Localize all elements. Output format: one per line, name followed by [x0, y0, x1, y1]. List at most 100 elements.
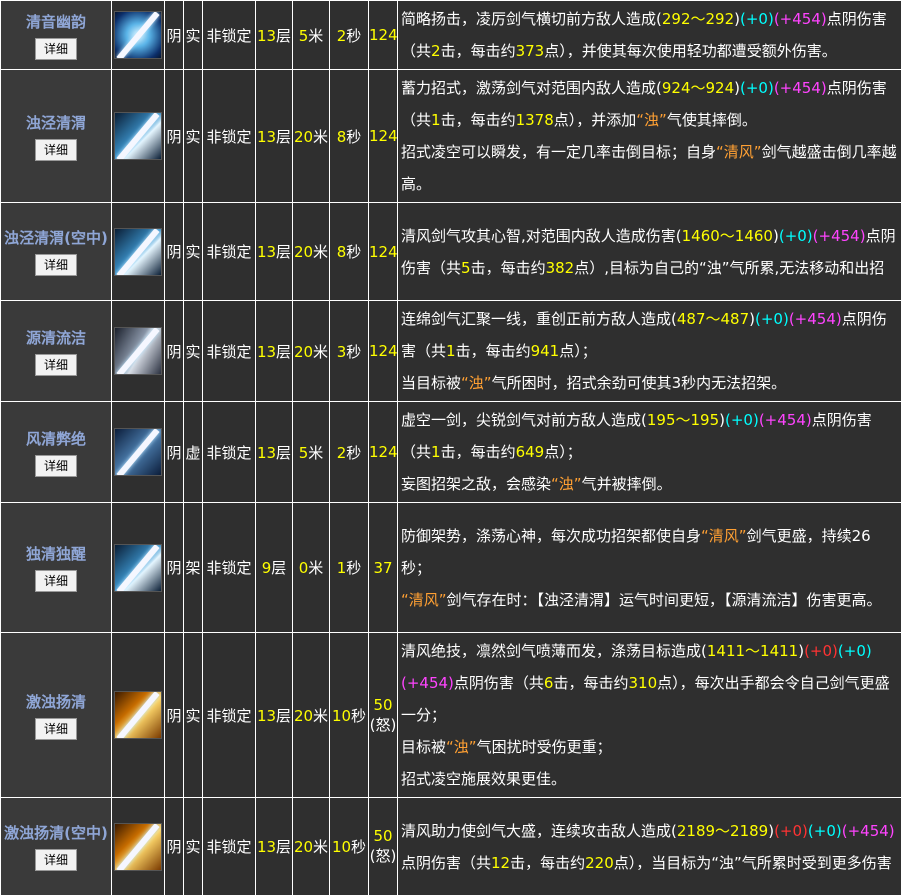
cooldown-unit: 秒 — [351, 706, 367, 725]
description-text: 点阴伤害（共 — [401, 853, 492, 872]
detail-button[interactable]: 详细 — [34, 570, 77, 592]
cooldown-unit: 秒 — [346, 342, 362, 361]
range-value: 20 — [293, 838, 314, 856]
description-text: (+454) — [788, 310, 842, 328]
description-paragraph: 简略扬击，凌厉剑气横切前方敌人造成(292～292)(+0)(+454)点阴伤害… — [401, 3, 898, 67]
sword-blade-icon — [116, 12, 160, 58]
description-cell: 虚空一剑，尖锐剑气对前方敌人造成(195～195)(+0)(+454)点阴伤害（… — [397, 401, 902, 503]
range-unit: 米 — [308, 559, 324, 577]
range-unit: 米 — [313, 243, 329, 261]
description-paragraph: 妄图招架之敌，会感染“浊”气并被摔倒。 — [401, 468, 898, 500]
attribute-cell: 阴 — [164, 202, 184, 301]
description-paragraph: 清风绝技，凛然剑气喷薄而发，涤荡目标造成(1411～1411)(+0)(+0)(… — [401, 635, 898, 731]
lock-cell: 非锁定 — [202, 401, 256, 503]
description-text: 1378 — [515, 111, 554, 129]
attribute-cell: 阴 — [164, 401, 184, 503]
cost-cell: 50 (怒) — [368, 797, 398, 896]
description-paragraph: 目标被“浊”气困扰时受伤更重； — [401, 731, 898, 763]
lock-cell: 非锁定 — [202, 202, 256, 301]
skill-row: 独清独醒 详细阴架非锁定 9层 0米 1秒 37 防御架势，涤荡心神，每次成功招架都使自身“… — [0, 502, 902, 633]
description-text: (+454) — [812, 226, 866, 245]
skill-name-cell: 激浊扬清 详细 — [0, 632, 112, 798]
range-unit: 米 — [313, 706, 329, 725]
type-cell: 实 — [183, 300, 203, 402]
skill-icon-cell — [111, 300, 165, 402]
skill-name-cell: 独清独醒 详细 — [0, 502, 112, 633]
attribute-cell: 阴 — [164, 797, 184, 896]
detail-button[interactable]: 详细 — [34, 37, 77, 60]
lock-cell: 非锁定 — [202, 69, 256, 203]
description-text: 目标被 — [401, 738, 447, 756]
level-cell: 9层 — [255, 502, 293, 633]
cost-value: 124 — [369, 26, 398, 44]
level-value: 13 — [256, 706, 277, 725]
description-text: 649 — [515, 443, 545, 461]
sword-blade-icon — [116, 544, 160, 591]
skill-name-cell: 浊泾清渭 详细 — [0, 69, 112, 203]
cooldown-cell: 8秒 — [329, 69, 369, 203]
description-text: (+454) — [773, 10, 827, 28]
level-value: 13 — [256, 838, 277, 856]
description-text: 招式凌空施展效果更佳。 — [401, 770, 567, 788]
skill-name: 独清独醒 — [25, 545, 86, 563]
detail-button[interactable]: 详细 — [34, 138, 77, 161]
skill-row: 清音幽韵 详细阴实非锁定 13层 5米 2秒 124 简略扬击，凌厉剑气横切前方敌人造成(2… — [0, 0, 902, 70]
detail-button[interactable]: 详细 — [34, 454, 77, 477]
cost-cell: 124 — [368, 0, 398, 70]
description-paragraph: 虚空一剑，尖锐剑气对前方敌人造成(195～195)(+0)(+454)点阴伤害（… — [401, 404, 898, 468]
type-cell: 虚 — [183, 401, 203, 503]
range-unit: 米 — [308, 26, 324, 45]
type-cell: 实 — [183, 69, 203, 203]
description-text: 蓄力招式，激荡剑气对范围内敌人造成( — [401, 79, 662, 97]
skill-icon-cell — [111, 0, 165, 70]
description-cell: 清风剑气攻其心智,对范围内敌人造成伤害(1460～1460)(+0)(+454)… — [397, 202, 902, 301]
skill-icon-cell — [111, 401, 165, 503]
detail-button[interactable]: 详细 — [34, 353, 77, 376]
detail-button[interactable]: 详细 — [34, 254, 77, 276]
cost-value: 124 — [369, 342, 398, 360]
skill-name: 清音幽韵 — [25, 12, 86, 31]
description-text: 清风绝技，凛然剑气喷薄而发，涤荡目标造成( — [401, 642, 707, 660]
level-unit: 层 — [276, 342, 292, 361]
detail-button[interactable]: 详细 — [34, 717, 77, 740]
description-text: 击，每击约 — [510, 853, 586, 872]
description-text: (+0) — [774, 821, 808, 840]
skill-row: 浊泾清渭(空中) 详细阴实非锁定 13层 20米 8秒 124 清风剑气攻其心智,对范围内敌… — [0, 202, 902, 301]
description-text: 击，每击约 — [470, 258, 546, 277]
description-text: 1460～1460 — [681, 226, 773, 245]
skill-row: 浊泾清渭 详细阴实非锁定 13层 20米 8秒 124 蓄力招式，激荡剑气对范围内敌人造成(… — [0, 69, 902, 203]
description-cell: 连绵剑气汇聚一线，重创正前方敌人造成(487～487)(+0)(+454)点阴伤… — [397, 300, 902, 402]
sword-lightning-icon — [114, 112, 162, 160]
description-text: 220 — [585, 853, 614, 872]
cost-cell: 124 — [368, 69, 398, 203]
description-text: (+0) — [804, 642, 838, 660]
description-text: 点）； — [544, 443, 582, 461]
description-paragraph: 防御架势，涤荡心神，每次成功招架都使自身“清风”剑气更盛，持续26秒； — [401, 520, 898, 584]
lock-cell: 非锁定 — [202, 0, 256, 70]
type-cell: 实 — [183, 0, 203, 70]
cost-cell: 50 (怒) — [368, 632, 398, 798]
cooldown-value: 2 — [336, 443, 347, 462]
description-text: “浊” — [461, 374, 492, 392]
level-unit: 层 — [276, 127, 292, 146]
range-value: 20 — [293, 706, 314, 725]
cooldown-unit: 秒 — [351, 838, 367, 856]
description-text: 12 — [491, 853, 511, 872]
cooldown-value: 1 — [336, 559, 347, 577]
cooldown-cell: 1秒 — [329, 502, 369, 633]
skill-name: 浊泾清渭(空中) — [4, 229, 108, 247]
cooldown-unit: 秒 — [346, 26, 362, 45]
sword-blade-icon — [116, 113, 160, 159]
description-text: 点）,目标为自己的“浊”气所累,无法移动和出招 — [574, 258, 885, 277]
description-text: 1 — [431, 111, 441, 129]
detail-button[interactable]: 详细 — [34, 849, 77, 871]
range-unit: 米 — [313, 342, 329, 361]
range-cell: 20米 — [292, 797, 330, 896]
level-unit: 层 — [276, 243, 292, 261]
description-text: 382 — [545, 258, 575, 277]
lock-cell: 非锁定 — [202, 300, 256, 402]
cost-value: 37 — [373, 558, 393, 577]
skill-row: 激浊扬清 详细阴实非锁定 13层 20米 10秒 50 (怒) 清风绝技，凛然剑气喷薄而发，涤… — [0, 632, 902, 798]
description-text: 1411～1411 — [706, 642, 799, 660]
description-text: “浊” — [551, 475, 582, 493]
